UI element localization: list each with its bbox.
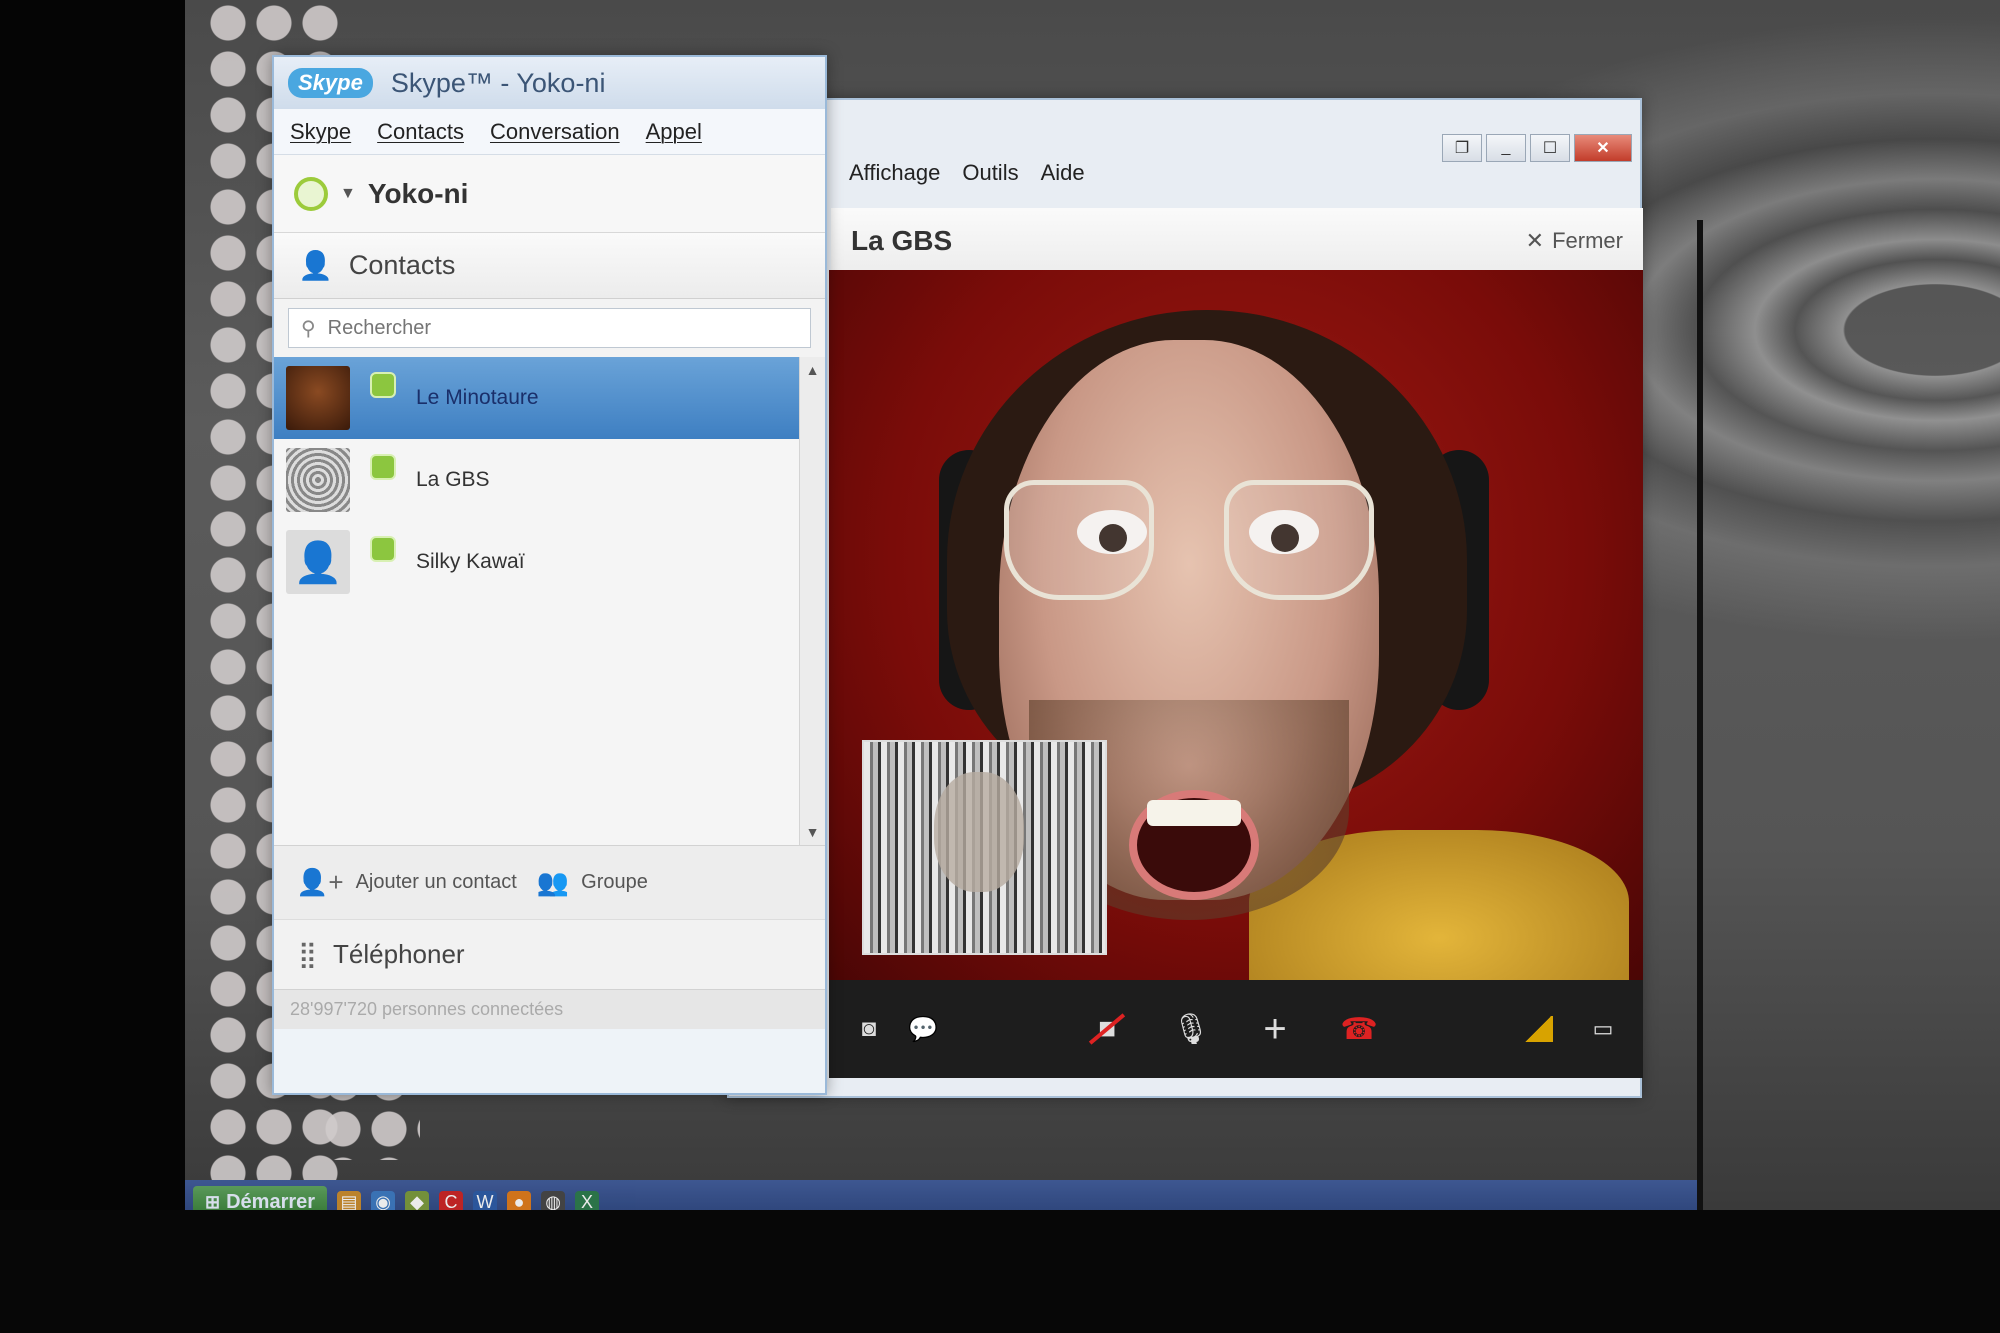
user-name: Yoko-ni xyxy=(367,177,469,209)
room-floor-shadow xyxy=(0,1210,2000,1333)
skype-menubar: Skype Contacts Conversation Appel xyxy=(274,109,825,155)
user-status-bar[interactable]: ▼ Yoko-ni xyxy=(274,155,825,233)
tab-contacts[interactable]: 👤 Contacts xyxy=(274,233,825,299)
contact-item-silky-kawai[interactable]: 👤 Silky Kawaï xyxy=(274,521,825,603)
close-conversation-label: Fermer xyxy=(1552,227,1623,253)
close-conversation-button[interactable]: ✕ Fermer xyxy=(1526,228,1623,254)
call-controls-bar: ◙ 💬 ■ 🎙 + ☎ ▭ xyxy=(829,980,1643,1078)
video-glasses-left xyxy=(1004,480,1154,600)
search-box: ⚲ xyxy=(288,308,811,348)
search-input[interactable] xyxy=(327,316,588,340)
chevron-down-icon[interactable]: ▼ xyxy=(340,185,356,203)
default-avatar-icon: 👤 xyxy=(286,530,350,594)
menu-contacts[interactable]: Contacts xyxy=(377,119,464,145)
fullscreen-icon[interactable]: ▭ xyxy=(1583,1009,1623,1049)
add-contact-button[interactable]: 👤+ Ajouter un contact xyxy=(296,867,517,898)
self-view-pip xyxy=(862,740,1107,955)
hang-up-icon[interactable]: ☎ xyxy=(1339,1009,1379,1049)
call-controls-center: ■ 🎙 + ☎ xyxy=(1087,1007,1379,1051)
video-off-icon[interactable]: ■ xyxy=(1087,1009,1127,1049)
menu-aide[interactable]: Aide xyxy=(1041,160,1085,186)
menu-appel[interactable]: Appel xyxy=(646,119,702,145)
projected-screen: ❐ _ ☐ ✕ Affichage Outils Aide ⌂ ◷ La GBS… xyxy=(0,0,2000,1333)
call-controls-right: ▭ xyxy=(1523,1009,1623,1049)
search-bar: ⚲ xyxy=(274,299,825,357)
add-contact-label: Ajouter un contact xyxy=(355,871,517,893)
skype-window-title: Skype™ - Yoko-ni xyxy=(390,67,606,98)
phone-button[interactable]: ⣿ Téléphoner xyxy=(274,919,825,989)
contact-name: Silky Kawaï xyxy=(416,550,525,573)
online-count-status: 28'997'720 personnes connectées xyxy=(274,989,825,1029)
menu-outils[interactable]: Outils xyxy=(962,160,1018,186)
close-icon: ✕ xyxy=(1525,227,1545,253)
tab-contacts-label: Contacts xyxy=(348,250,456,280)
chat-icon[interactable]: 💬 xyxy=(903,1009,943,1049)
video-off-slash xyxy=(1088,1013,1126,1045)
contact-list: Le Minotaure La GBS 👤 Silky Kawaï ▲ ▼ xyxy=(274,357,825,845)
signal-icon xyxy=(1523,1016,1553,1042)
main-menubar: Affichage Outils Aide xyxy=(729,150,1640,196)
contact-name: Le Minotaure xyxy=(416,386,539,409)
avatar xyxy=(286,366,350,430)
menu-affichage[interactable]: Affichage xyxy=(849,160,940,186)
scroll-up-icon[interactable]: ▲ xyxy=(800,357,825,383)
person-icon: 👤 xyxy=(298,250,333,281)
conversation-header: La GBS ✕ Fermer xyxy=(831,208,1643,274)
dialpad-icon: ⣿ xyxy=(298,939,317,969)
self-view-face xyxy=(934,772,1024,892)
online-status-icon[interactable] xyxy=(294,176,328,211)
contact-name: La GBS xyxy=(416,468,490,491)
skype-logo: Skype xyxy=(288,68,373,98)
call-controls-left: ◙ 💬 xyxy=(849,1009,943,1049)
add-icon[interactable]: + xyxy=(1255,1007,1295,1051)
contact-list-scrollbar[interactable]: ▲ ▼ xyxy=(799,357,825,845)
skype-titlebar: Skype Skype™ - Yoko-ni xyxy=(274,57,825,109)
group-button[interactable]: 👥 Groupe xyxy=(537,867,648,898)
phone-label: Téléphoner xyxy=(333,939,465,969)
group-icon: 👥 xyxy=(536,867,570,897)
scroll-down-icon[interactable]: ▼ xyxy=(800,819,825,845)
group-label: Groupe xyxy=(581,871,648,893)
add-contact-icon: 👤+ xyxy=(296,867,344,897)
online-status-icon xyxy=(370,454,396,480)
contact-actions: 👤+ Ajouter un contact 👥 Groupe xyxy=(274,845,825,919)
video-glasses-right xyxy=(1224,480,1374,600)
projector-stand-pole xyxy=(1697,220,1703,1220)
video-teeth xyxy=(1147,800,1241,826)
menu-skype[interactable]: Skype xyxy=(290,119,351,145)
avatar xyxy=(286,448,350,512)
online-status-icon xyxy=(370,372,396,398)
online-status-icon xyxy=(370,536,396,562)
conversation-title: La GBS xyxy=(851,224,953,256)
microphone-icon[interactable]: 🎙 xyxy=(1171,1009,1211,1049)
search-icon: ⚲ xyxy=(301,317,316,340)
screenshot-icon[interactable]: ◙ xyxy=(849,1009,889,1049)
skype-contact-window: Skype Skype™ - Yoko-ni Skype Contacts Co… xyxy=(272,55,827,1095)
contact-item-la-gbs[interactable]: La GBS xyxy=(274,439,825,521)
menu-conversation[interactable]: Conversation xyxy=(490,119,620,145)
contact-item-le-minotaure[interactable]: Le Minotaure xyxy=(274,357,825,439)
